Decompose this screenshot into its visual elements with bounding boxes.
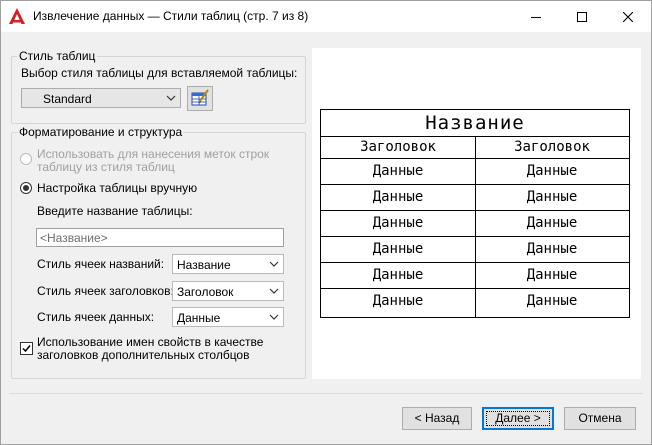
header-cell-style-combo[interactable]: Заголовок bbox=[172, 281, 284, 301]
preview-data-cell: Данные bbox=[372, 189, 424, 205]
use-table-style-radio[interactable] bbox=[20, 153, 32, 165]
minimize-icon bbox=[531, 16, 541, 18]
data-cell-style-label: Стиль ячеек данных: bbox=[37, 310, 155, 324]
preview-header-cell: Заголовок bbox=[360, 139, 436, 155]
preview-data-cell: Данные bbox=[526, 267, 578, 283]
preview-data-cell: Данные bbox=[372, 163, 424, 179]
preview-data-cell: Данные bbox=[526, 215, 578, 231]
formatting-legend: Форматирование и структура bbox=[17, 125, 185, 139]
chevron-down-icon bbox=[269, 314, 279, 320]
use-table-style-label-line1: Использовать для нанесения меток строк bbox=[37, 147, 270, 161]
window-title: Извлечение данных — Стили таблиц (стр. 7… bbox=[33, 9, 309, 23]
table-edit-icon bbox=[191, 89, 209, 106]
table-name-label: Введите название таблицы: bbox=[37, 204, 193, 218]
autocad-app-icon bbox=[9, 8, 25, 24]
select-style-label: Выбор стиля таблицы для вставляемой табл… bbox=[21, 66, 298, 80]
preview-data-cell: Данные bbox=[372, 293, 424, 309]
data-cell-style-combo[interactable]: Данные bbox=[172, 307, 284, 327]
data-cell-style-value: Данные bbox=[177, 311, 221, 325]
preview-data-cell: Данные bbox=[526, 189, 578, 205]
manual-setup-label: Настройка таблицы вручную bbox=[37, 181, 198, 195]
title-bar[interactable]: Извлечение данных — Стили таблиц (стр. 7… bbox=[1, 1, 651, 32]
use-property-names-label-line1: Использование имен свойств в качестве bbox=[37, 335, 264, 349]
use-property-names-label-line2: заголовков дополнительных столбцов bbox=[37, 348, 250, 362]
preview-data-cell: Данные bbox=[526, 293, 578, 309]
close-icon bbox=[623, 11, 633, 22]
preview-table: Название Заголовок Заголовок Данные Данные Д… bbox=[320, 109, 630, 318]
use-table-style-label-line2: таблицу из стиля таблиц bbox=[37, 160, 175, 174]
header-cell-style-label: Стиль ячеек заголовков: bbox=[37, 284, 174, 298]
preview-data-cell: Данные bbox=[372, 215, 424, 231]
header-cell-style-value: Заголовок bbox=[177, 285, 234, 299]
title-cell-style-label: Стиль ячеек названий: bbox=[37, 257, 165, 271]
checkmark-icon bbox=[22, 345, 31, 353]
close-button[interactable] bbox=[605, 1, 651, 32]
preview-title-cell: Название bbox=[321, 110, 629, 137]
table-preview: Название Заголовок Заголовок Данные Данные Д… bbox=[312, 48, 641, 379]
title-cell-style-combo[interactable]: Название bbox=[172, 254, 284, 274]
use-property-names-checkbox[interactable] bbox=[20, 342, 33, 355]
maximize-button[interactable] bbox=[559, 1, 605, 32]
cancel-button[interactable]: Отмена bbox=[564, 407, 636, 430]
minimize-button[interactable] bbox=[513, 1, 559, 32]
manual-setup-radio[interactable] bbox=[20, 182, 32, 194]
table-style-combo[interactable]: Standard bbox=[21, 88, 181, 108]
chevron-down-icon bbox=[269, 288, 279, 294]
preview-header-cell: Заголовок bbox=[514, 139, 590, 155]
table-style-value: Standard bbox=[43, 92, 92, 106]
maximize-icon bbox=[577, 11, 587, 22]
dialog-window: Извлечение данных — Стили таблиц (стр. 7… bbox=[0, 0, 652, 445]
preview-data-cell: Данные bbox=[526, 163, 578, 179]
table-style-legend: Стиль таблиц bbox=[17, 49, 98, 63]
chevron-down-icon bbox=[166, 95, 176, 101]
chevron-down-icon bbox=[269, 261, 279, 267]
preview-column-line bbox=[475, 136, 476, 317]
focus-ring bbox=[486, 411, 550, 426]
table-name-input[interactable] bbox=[37, 229, 283, 246]
preview-data-cell: Данные bbox=[372, 241, 424, 257]
back-button-label: < Назад bbox=[414, 411, 460, 425]
back-button[interactable]: < Назад bbox=[402, 407, 472, 430]
cancel-button-label: Отмена bbox=[578, 411, 622, 425]
preview-data-cell: Данные bbox=[526, 241, 578, 257]
preview-data-cell: Данные bbox=[372, 267, 424, 283]
title-cell-style-value: Название bbox=[177, 258, 231, 272]
table-name-field[interactable] bbox=[36, 228, 284, 247]
separator bbox=[9, 393, 643, 394]
edit-table-style-button[interactable] bbox=[187, 86, 213, 111]
next-button[interactable]: Далее > bbox=[482, 407, 554, 430]
